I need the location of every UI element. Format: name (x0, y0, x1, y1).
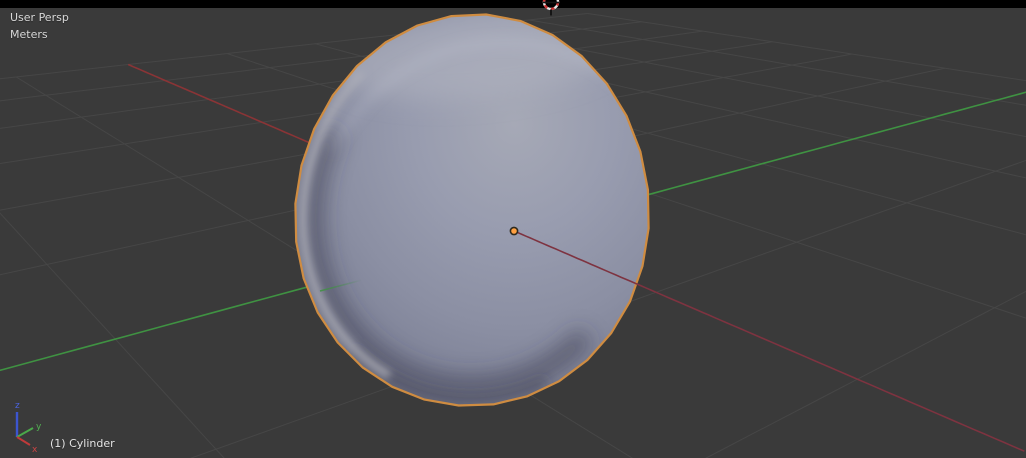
gizmo-z-label: z (15, 401, 20, 411)
window-top-border (0, 0, 1026, 8)
axis-orientation-gizmo: z y x (15, 401, 42, 455)
gizmo-x-axis-arm (16, 436, 31, 446)
object-origin-point[interactable] (509, 226, 519, 236)
gizmo-y-label: y (36, 422, 42, 432)
gizmo-x-label: x (32, 445, 38, 455)
unit-scale-label: Meters (10, 28, 48, 41)
selected-cylinder-object[interactable] (294, 6, 650, 407)
viewport-canvas[interactable] (0, 0, 1026, 458)
view-perspective-label: User Persp (10, 11, 69, 24)
gizmo-y-axis-arm (16, 427, 34, 438)
blender-3d-viewport[interactable]: User Persp Meters (1) Cylinder z y x (0, 0, 1026, 458)
selected-object-status: (1) Cylinder (50, 437, 115, 450)
